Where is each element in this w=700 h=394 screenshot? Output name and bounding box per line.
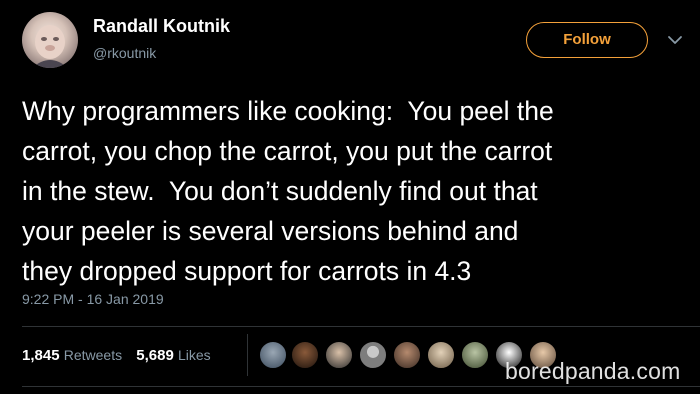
likes-count: 5,689 bbox=[136, 347, 174, 364]
tweet-text-line: carrot, you chop the carrot, you put the… bbox=[22, 136, 553, 166]
liker-avatar[interactable] bbox=[358, 340, 388, 370]
retweets-stat[interactable]: 1,845 Retweets bbox=[22, 347, 122, 364]
liker-avatar[interactable] bbox=[426, 340, 456, 370]
liker-avatar[interactable] bbox=[258, 340, 288, 370]
chevron-down-icon[interactable] bbox=[667, 34, 683, 46]
likes-label: Likes bbox=[177, 347, 211, 363]
tweet-text: Why programmers like cooking: You peel t… bbox=[22, 91, 692, 291]
retweets-count: 1,845 bbox=[22, 347, 60, 364]
tweet-stats: 1,845 Retweets 5,689 Likes bbox=[22, 347, 211, 364]
liker-avatar[interactable] bbox=[460, 340, 490, 370]
tweet-text-line: Why programmers like cooking: You peel t… bbox=[22, 96, 554, 126]
divider bbox=[22, 326, 700, 327]
tweet-text-line: they dropped support for carrots in 4.3 bbox=[22, 256, 472, 286]
tweet-text-line: in the stew. You don’t suddenly find out… bbox=[22, 176, 538, 206]
author-handle[interactable]: @rkoutnik bbox=[93, 45, 156, 61]
liker-avatar[interactable] bbox=[324, 340, 354, 370]
likes-stat[interactable]: 5,689 Likes bbox=[136, 347, 210, 364]
stats-separator bbox=[247, 334, 248, 376]
tweet-text-line: your peeler is several versions behind a… bbox=[22, 216, 519, 246]
retweets-label: Retweets bbox=[63, 347, 123, 363]
liker-avatar[interactable] bbox=[290, 340, 320, 370]
liker-avatar[interactable] bbox=[392, 340, 422, 370]
tweet-timestamp[interactable]: 9:22 PM - 16 Jan 2019 bbox=[22, 291, 164, 307]
follow-button[interactable]: Follow bbox=[526, 22, 648, 58]
watermark-text: boredpanda.com bbox=[505, 358, 681, 384]
author-avatar[interactable] bbox=[22, 12, 78, 68]
profile-photo-icon bbox=[32, 25, 68, 68]
divider bbox=[22, 386, 700, 387]
author-display-name[interactable]: Randall Koutnik bbox=[93, 16, 230, 37]
